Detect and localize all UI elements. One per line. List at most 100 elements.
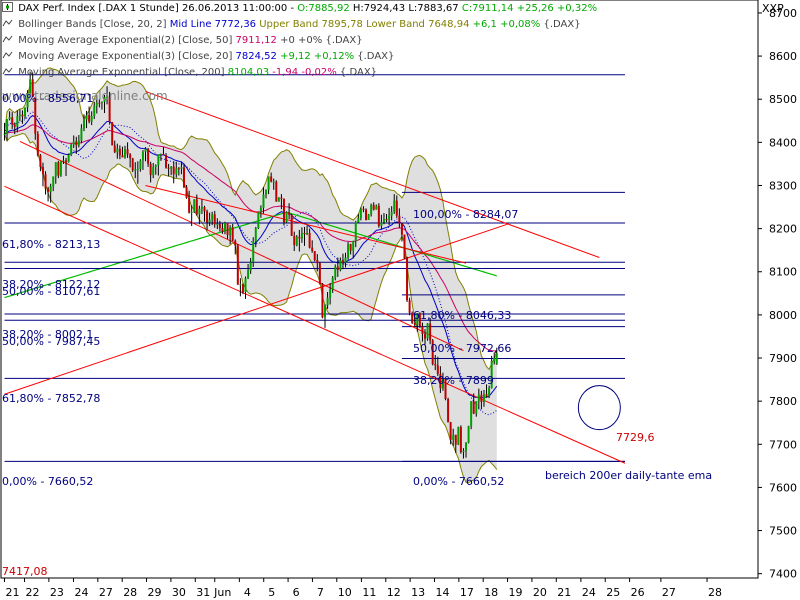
candle-body bbox=[413, 323, 416, 325]
candle-body bbox=[326, 297, 329, 306]
candle-body bbox=[400, 223, 403, 235]
y-tick-label: 8400 bbox=[769, 136, 797, 149]
legend-bollinger-pct: +0,08% bbox=[500, 19, 541, 30]
y-tick-label: 8300 bbox=[769, 179, 797, 192]
fib-label: 100,00% - 8284,07 bbox=[413, 208, 518, 221]
candle-body bbox=[234, 240, 237, 246]
candle-body bbox=[377, 205, 380, 227]
candle-body bbox=[321, 283, 324, 318]
candle-body bbox=[313, 251, 316, 261]
x-tick-label: 13 bbox=[411, 586, 425, 599]
candle-body bbox=[203, 207, 206, 212]
legend-bollinger-upper: Upper Band 7895,78 bbox=[259, 19, 363, 30]
legend-bollinger-chg: +6,1 bbox=[472, 19, 497, 30]
candle-body bbox=[36, 133, 39, 156]
legend-ema20-value: 7824,52 bbox=[235, 51, 277, 62]
legend-ema200-pct: -0,02% bbox=[301, 67, 337, 78]
candle-body bbox=[190, 211, 193, 213]
candle-body bbox=[288, 212, 291, 215]
candle-body bbox=[457, 427, 460, 445]
candle-body bbox=[229, 227, 232, 236]
indicator-icon bbox=[2, 34, 13, 44]
candle-body bbox=[477, 394, 480, 402]
x-tick-label: Jun bbox=[213, 586, 231, 599]
candle-body bbox=[67, 154, 70, 163]
candle-body bbox=[426, 323, 429, 339]
candle-body bbox=[452, 434, 455, 440]
candle-body bbox=[270, 176, 273, 182]
candle-body bbox=[167, 167, 170, 169]
legend-ema50-pct: +0% bbox=[298, 35, 323, 46]
legend-symbol: DAX Perf. Index [.DAX 1 Stunde] bbox=[18, 3, 179, 14]
candle-body bbox=[185, 187, 188, 198]
candle-body bbox=[344, 257, 347, 263]
candle-body bbox=[388, 215, 391, 220]
candle-body bbox=[118, 148, 121, 156]
candle-body bbox=[347, 244, 350, 258]
y-tick-label: 7800 bbox=[769, 395, 797, 408]
candle-body bbox=[436, 365, 439, 374]
candle-body bbox=[311, 247, 314, 252]
legend-row-price: DAX Perf. Index [.DAX 1 Stunde] 26.06.20… bbox=[2, 1, 597, 17]
legend-ema50-value: 7911,12 bbox=[235, 35, 277, 46]
candle-body bbox=[447, 398, 450, 423]
candle-body bbox=[372, 204, 375, 210]
x-tick-label: 6 bbox=[293, 586, 300, 599]
candle-body bbox=[493, 358, 496, 362]
candle-body bbox=[82, 119, 85, 129]
y-tick-label: 8700 bbox=[769, 7, 797, 20]
candle-body bbox=[44, 174, 47, 189]
candle-body bbox=[95, 102, 98, 107]
candle-body bbox=[177, 168, 180, 170]
candle-body bbox=[259, 207, 262, 213]
candle-body bbox=[485, 394, 488, 397]
candle-body bbox=[247, 270, 250, 279]
candle-body bbox=[139, 160, 142, 170]
candle-body bbox=[39, 155, 42, 167]
candle-body bbox=[131, 158, 134, 171]
candle-body bbox=[16, 116, 19, 127]
indicator-icon bbox=[2, 18, 13, 28]
candle-body bbox=[116, 148, 119, 153]
y-tick-label: 7700 bbox=[769, 438, 797, 451]
candle-body bbox=[236, 245, 239, 285]
candle-body bbox=[406, 258, 409, 301]
candle-body bbox=[147, 148, 150, 164]
candle-body bbox=[88, 115, 91, 122]
candle-body bbox=[24, 107, 27, 117]
legend-row-ema20: Moving Average Exponential(3) [Close, 20… bbox=[2, 49, 597, 65]
candle-body bbox=[265, 189, 268, 195]
candle-body bbox=[290, 214, 293, 236]
candle-body bbox=[72, 141, 75, 145]
candle-body bbox=[6, 119, 9, 134]
candle-body bbox=[13, 124, 16, 127]
candle-body bbox=[149, 163, 152, 176]
x-tick-label: 5 bbox=[268, 586, 275, 599]
candle-body bbox=[165, 155, 168, 168]
candle-body bbox=[395, 200, 398, 216]
x-tick-label: 7 bbox=[317, 586, 324, 599]
candle-body bbox=[195, 199, 198, 215]
x-tick-label: 30 bbox=[172, 586, 186, 599]
candle-body bbox=[21, 114, 24, 117]
fib-label: 0,00% - 8556,71 bbox=[2, 92, 93, 105]
fib-label: 61,80% - 8046,33 bbox=[413, 309, 511, 322]
x-tick-label: 21 bbox=[557, 586, 571, 599]
candle-body bbox=[398, 215, 401, 224]
candle-body bbox=[318, 263, 321, 284]
x-tick-label: 19 bbox=[509, 586, 523, 599]
legend-high: H:7924,43 bbox=[352, 3, 406, 14]
indicator-icon bbox=[2, 66, 13, 76]
candle-body bbox=[334, 266, 337, 278]
candle-body bbox=[306, 232, 309, 235]
candle-body bbox=[70, 144, 73, 155]
fib-label: 50,00% - 7972,66 bbox=[413, 342, 511, 355]
candle-body bbox=[470, 401, 473, 427]
x-tick-label: 23 bbox=[50, 586, 64, 599]
legend-ema50-sym: {.DAX} bbox=[325, 35, 363, 46]
candle-body bbox=[449, 422, 452, 440]
instrument-icon bbox=[2, 2, 13, 12]
candle-body bbox=[280, 197, 283, 199]
legend-ema20-chg: +9,12 bbox=[280, 51, 311, 62]
low-value-label: 7417,08 bbox=[2, 565, 48, 578]
